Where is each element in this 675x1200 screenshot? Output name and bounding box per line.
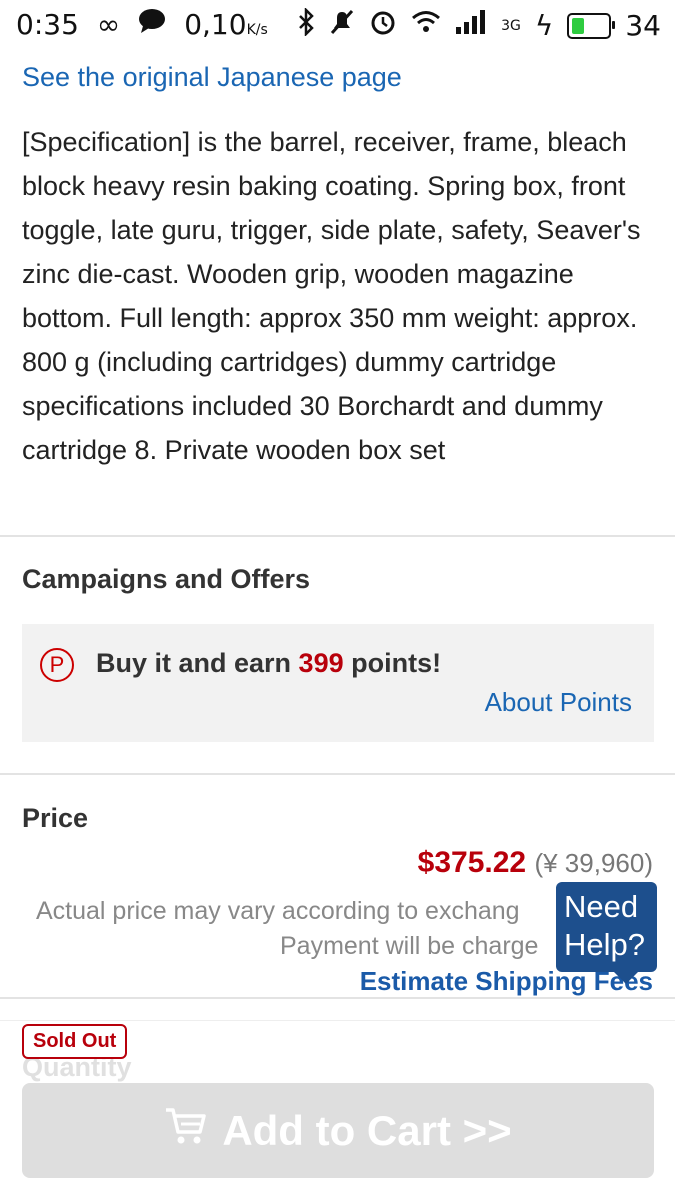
infinity-icon: ∞ xyxy=(96,8,121,41)
signal-icon xyxy=(455,9,487,42)
add-to-cart-button[interactable]: Add to Cart >> xyxy=(22,1083,654,1178)
need-help-button[interactable]: Need Help? xyxy=(556,882,657,984)
about-points-link[interactable]: About Points xyxy=(485,687,632,718)
payment-note: Payment will be charge xyxy=(280,932,539,960)
section-divider xyxy=(0,535,675,537)
price-usd: $375.22 xyxy=(417,846,527,879)
exchange-rate-note: Actual price may vary according to excha… xyxy=(36,897,520,925)
cart-icon xyxy=(164,1106,208,1156)
add-to-cart-label: Add to Cart >> xyxy=(222,1106,512,1154)
points-offer-text: Buy it and earn 399 points! xyxy=(96,648,442,678)
alarm-icon xyxy=(369,8,397,43)
section-divider xyxy=(0,773,675,775)
charging-icon: ϟ xyxy=(534,9,554,42)
status-time: 0:35 xyxy=(16,8,79,41)
muted-bell-icon xyxy=(329,8,355,43)
network-type: 3G xyxy=(501,17,521,34)
status-bar: 0:35 ∞ 0,10K/s 3G ϟ 34 xyxy=(0,0,675,50)
points-offer-box: P Buy it and earn 399 points! About Poin… xyxy=(22,624,654,742)
price-title: Price xyxy=(22,803,89,833)
section-divider xyxy=(0,997,675,999)
price-jpy: (¥ 39,960) xyxy=(534,848,653,878)
chat-bubble-icon xyxy=(138,8,166,41)
points-icon: P xyxy=(40,648,74,682)
sold-out-badge: Sold Out xyxy=(22,1024,128,1059)
section-divider xyxy=(0,1020,675,1021)
battery-icon xyxy=(567,12,616,39)
battery-level: 34 xyxy=(625,9,661,42)
product-description: [Specification] is the barrel, receiver,… xyxy=(22,127,641,465)
network-speed: 0,10K/s xyxy=(184,8,268,41)
campaigns-title: Campaigns and Offers xyxy=(22,564,311,594)
points-value: 399 xyxy=(298,648,344,678)
wifi-icon xyxy=(411,9,441,42)
price-display: $375.22 (¥ 39,960) xyxy=(418,846,653,880)
bluetooth-icon xyxy=(297,6,315,43)
original-japanese-page-link[interactable]: See the original Japanese page xyxy=(22,62,402,93)
